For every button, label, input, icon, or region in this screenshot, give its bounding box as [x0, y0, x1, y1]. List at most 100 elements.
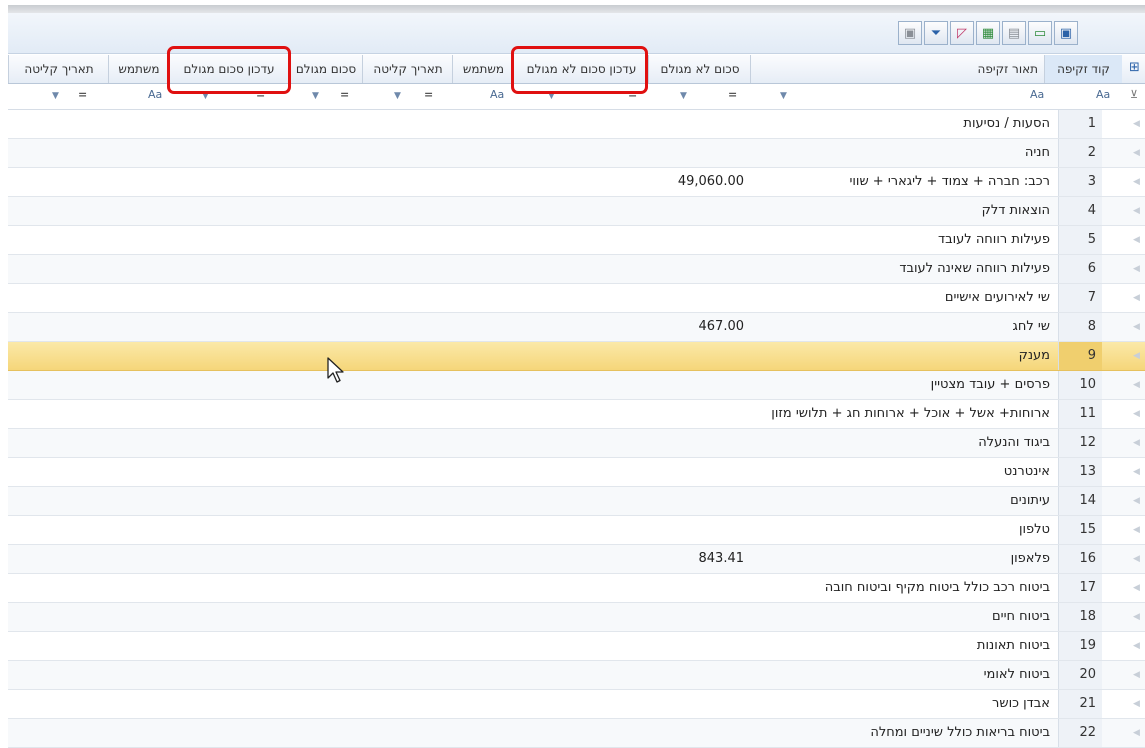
export-excel-icon[interactable]: ▣: [898, 21, 922, 45]
table-row[interactable]: 22 ◀ ביטוח בריאות כולל שיניים ומחלה: [8, 719, 1145, 748]
filter-amount-gross-eq[interactable]: =: [340, 88, 349, 101]
table-row[interactable]: 7 ◀ שי לאירועים אישיים: [8, 284, 1145, 313]
row-code-cell[interactable]: 1: [1058, 110, 1102, 138]
filter-options-icon[interactable]: ⊻: [1130, 88, 1138, 101]
row-amount-plain-cell[interactable]: 49,060.00: [658, 168, 744, 196]
row-code-cell[interactable]: 10: [1058, 371, 1102, 399]
table-row[interactable]: 19 ◀ ביטוח תאונות: [8, 632, 1145, 661]
table-row[interactable]: 8 ◀ שי לחג 467.00: [8, 313, 1145, 342]
filter-user-1-text-icon[interactable]: Aa: [490, 88, 504, 101]
filter-amount-plain-dropdown-icon[interactable]: ▼: [680, 91, 687, 101]
save-icon[interactable]: ▭: [1028, 21, 1052, 45]
row-desc-cell[interactable]: פרסים + עובד מצטיין: [750, 371, 1050, 399]
row-code-cell[interactable]: 13: [1058, 458, 1102, 486]
filter-date-1-eq[interactable]: =: [424, 88, 433, 101]
column-chooser-icon[interactable]: ⊞: [1126, 60, 1143, 77]
row-code-cell[interactable]: 22: [1058, 719, 1102, 747]
row-indicator-icon[interactable]: ◀: [1128, 574, 1145, 602]
row-desc-cell[interactable]: עיתונים: [750, 487, 1050, 515]
table-row[interactable]: 16 ◀ פלאפון 843.41: [8, 545, 1145, 574]
row-code-cell[interactable]: 20: [1058, 661, 1102, 689]
table-row[interactable]: 12 ◀ ביגוד והנעלה: [8, 429, 1145, 458]
row-indicator-icon[interactable]: ◀: [1128, 313, 1145, 341]
row-code-cell[interactable]: 3: [1058, 168, 1102, 196]
filter-date-1-dropdown-icon[interactable]: ▼: [394, 91, 401, 101]
table-row[interactable]: 10 ◀ פרסים + עובד מצטיין: [8, 371, 1145, 400]
row-code-cell[interactable]: 11: [1058, 400, 1102, 428]
col-header-amount-plain[interactable]: סכום לא מגולם: [648, 55, 751, 83]
edit-icon[interactable]: ◸: [950, 21, 974, 45]
table-row[interactable]: 6 ◀ פעילות רווחה שאינה לעובד: [8, 255, 1145, 284]
col-header-date-1[interactable]: תאריך קליטה: [362, 55, 453, 83]
table-row[interactable]: 14 ◀ עיתונים: [8, 487, 1145, 516]
row-code-cell[interactable]: 12: [1058, 429, 1102, 457]
table-row[interactable]: 18 ◀ ביטוח חיים: [8, 603, 1145, 632]
table-row[interactable]: 2 ◀ חניה: [8, 139, 1145, 168]
row-indicator-icon[interactable]: ◀: [1128, 400, 1145, 428]
row-desc-cell[interactable]: ביטוח חיים: [750, 603, 1050, 631]
filter-code-text-icon[interactable]: Aa: [1096, 88, 1110, 101]
filter-desc-dropdown-icon[interactable]: ▼: [780, 91, 787, 101]
row-code-cell[interactable]: 14: [1058, 487, 1102, 515]
row-desc-cell[interactable]: פעילות רווחה שאינה לעובד: [750, 255, 1050, 283]
col-header-user-1[interactable]: משתמש: [452, 55, 514, 83]
row-indicator-icon[interactable]: ◀: [1128, 110, 1145, 138]
table-row[interactable]: 9 ◀ מענק: [8, 342, 1145, 371]
row-code-cell[interactable]: 9: [1058, 342, 1102, 370]
filter-date-2-dropdown-icon[interactable]: ▼: [52, 91, 59, 101]
row-code-cell[interactable]: 15: [1058, 516, 1102, 544]
row-indicator-icon[interactable]: ◀: [1128, 690, 1145, 718]
row-indicator-icon[interactable]: ◀: [1128, 284, 1145, 312]
row-desc-cell[interactable]: ביטוח לאומי: [750, 661, 1050, 689]
row-code-cell[interactable]: 2: [1058, 139, 1102, 167]
row-desc-cell[interactable]: הסעות / נסיעות: [750, 110, 1050, 138]
table-row[interactable]: 3 ◀ רכב: חברה + צמוד + ליגארי + שווי 49,060…: [8, 168, 1145, 197]
row-code-cell[interactable]: 17: [1058, 574, 1102, 602]
row-desc-cell[interactable]: פלאפון: [750, 545, 1050, 573]
row-code-cell[interactable]: 18: [1058, 603, 1102, 631]
table-row[interactable]: 11 ◀ ארוחות+ אשל + אוכל + ארוחות חג + תלוש…: [8, 400, 1145, 429]
row-desc-cell[interactable]: ביטוח תאונות: [750, 632, 1050, 660]
row-desc-cell[interactable]: ביטוח בריאות כולל שיניים ומחלה: [750, 719, 1050, 747]
table-row[interactable]: 15 ◀ טלפון: [8, 516, 1145, 545]
row-code-cell[interactable]: 5: [1058, 226, 1102, 254]
table-row[interactable]: 1 ◀ הסעות / נסיעות: [8, 110, 1145, 139]
row-indicator-icon[interactable]: ◀: [1128, 545, 1145, 573]
row-code-cell[interactable]: 6: [1058, 255, 1102, 283]
row-desc-cell[interactable]: ביטוח רכב כולל ביטוח מקיף וביטוח חובה: [750, 574, 1050, 602]
row-desc-cell[interactable]: ביגוד והנעלה: [750, 429, 1050, 457]
row-code-cell[interactable]: 4: [1058, 197, 1102, 225]
row-desc-cell[interactable]: ארוחות+ אשל + אוכל + ארוחות חג + תלושי מ…: [750, 400, 1050, 428]
row-desc-cell[interactable]: פעילות רווחה לעובד: [750, 226, 1050, 254]
col-header-desc[interactable]: תאור זקיפה: [750, 55, 1044, 83]
row-desc-cell[interactable]: אבדן כושר: [750, 690, 1050, 718]
row-desc-cell[interactable]: רכב: חברה + צמוד + ליגארי + שווי: [750, 168, 1050, 196]
row-indicator-icon[interactable]: ◀: [1128, 429, 1145, 457]
row-code-cell[interactable]: 21: [1058, 690, 1102, 718]
filter-amount-gross-dropdown-icon[interactable]: ▼: [312, 91, 319, 101]
row-desc-cell[interactable]: חניה: [750, 139, 1050, 167]
row-indicator-icon[interactable]: ◀: [1128, 371, 1145, 399]
refresh-icon[interactable]: ▣: [1054, 21, 1078, 45]
row-amount-plain-cell[interactable]: 467.00: [658, 313, 745, 341]
col-header-date-2[interactable]: תאריך קליטה: [8, 55, 109, 83]
row-amount-plain-cell[interactable]: 843.41: [658, 545, 745, 573]
filter-amount-plain-eq[interactable]: =: [728, 88, 737, 101]
filter-funnel-icon[interactable]: ⏷: [924, 21, 948, 45]
row-indicator-icon[interactable]: ◀: [1128, 487, 1145, 515]
row-desc-cell[interactable]: הוצאות דלק: [750, 197, 1050, 225]
filter-date-2-eq[interactable]: =: [78, 88, 87, 101]
row-code-cell[interactable]: 19: [1058, 632, 1102, 660]
table-row[interactable]: 4 ◀ הוצאות דלק: [8, 197, 1145, 226]
filter-user-2-text-icon[interactable]: Aa: [148, 88, 162, 101]
row-indicator-icon[interactable]: ◀: [1128, 632, 1145, 660]
row-code-cell[interactable]: 7: [1058, 284, 1102, 312]
table-row[interactable]: 5 ◀ פעילות רווחה לעובד: [8, 226, 1145, 255]
table-view-icon[interactable]: ▦: [976, 21, 1000, 45]
row-indicator-icon[interactable]: ◀: [1128, 255, 1145, 283]
row-indicator-icon[interactable]: ◀: [1128, 516, 1145, 544]
row-indicator-icon[interactable]: ◀: [1128, 342, 1145, 370]
row-desc-cell[interactable]: שי לחג: [750, 313, 1051, 341]
row-indicator-icon[interactable]: ◀: [1128, 139, 1145, 167]
row-desc-cell[interactable]: טלפון: [750, 516, 1050, 544]
